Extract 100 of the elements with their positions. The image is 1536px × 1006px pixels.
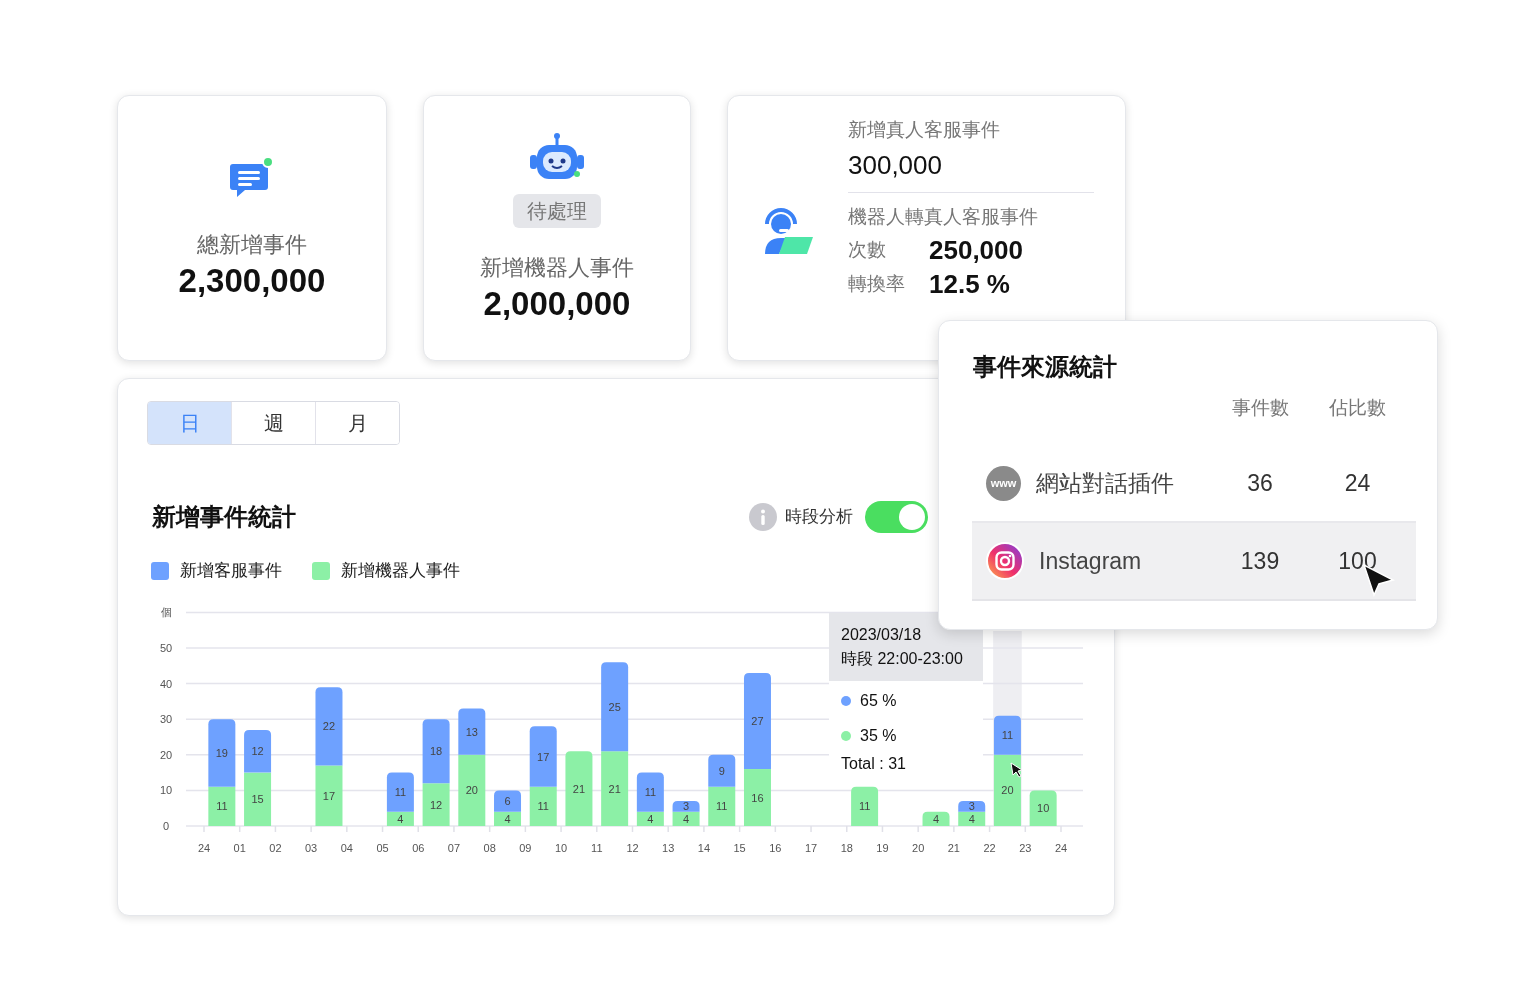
column-header: 事件數 bbox=[1230, 395, 1290, 420]
bar-value-label: 4 bbox=[683, 812, 690, 825]
axis-label: 07 bbox=[447, 842, 461, 854]
camera-icon bbox=[986, 542, 1024, 580]
bar-value-label: 11 bbox=[858, 800, 871, 813]
tooltip-value: 35 % bbox=[860, 725, 897, 746]
card-label: 新增真人客服事件 bbox=[848, 118, 1001, 142]
axis-label: 13 bbox=[662, 842, 675, 854]
axis-label: 20 bbox=[159, 748, 173, 761]
axis-label: 03 bbox=[305, 842, 318, 854]
popup-title: 事件來源統計 bbox=[973, 352, 1118, 382]
tab[interactable]: 月 bbox=[315, 402, 399, 444]
bar-segment bbox=[708, 786, 736, 826]
tooltip-value: 65 % bbox=[860, 690, 897, 711]
bar-value-label: 11 bbox=[644, 786, 657, 799]
bar-value-label: 27 bbox=[751, 715, 764, 727]
bar-value-label: 19 bbox=[215, 747, 228, 759]
axis-label: 14 bbox=[697, 842, 711, 854]
toggle-label: 時段分析 bbox=[785, 506, 853, 529]
card-value: 2,000,000 bbox=[483, 284, 631, 324]
axis-label: 08 bbox=[483, 842, 496, 854]
axis-label: 16 bbox=[769, 842, 782, 854]
bar-value-label: 11 bbox=[1001, 729, 1014, 742]
bar-value-label: 11 bbox=[394, 786, 407, 799]
info-icon bbox=[749, 503, 777, 531]
row-label: 轉換率 bbox=[848, 271, 906, 296]
axis-label: 0 bbox=[162, 820, 170, 832]
chart-title: 新增事件統計 bbox=[152, 502, 296, 532]
row-value: 250,000 bbox=[929, 233, 1023, 267]
bar-value-label: 3 bbox=[968, 800, 975, 813]
bar-segment bbox=[315, 765, 343, 826]
bar-value-label: 9 bbox=[718, 764, 725, 777]
axis-label: 01 bbox=[233, 842, 246, 854]
bar-value-label: 4 bbox=[647, 812, 654, 825]
bar-value-label: 21 bbox=[608, 782, 621, 795]
bar-value-label: 17 bbox=[537, 750, 550, 763]
axis-label: 12 bbox=[626, 842, 639, 854]
bar-value-label: 25 bbox=[608, 700, 621, 713]
bar-segment bbox=[958, 801, 986, 812]
axis-label: 04 bbox=[340, 842, 353, 854]
axis-label: 02 bbox=[269, 842, 282, 854]
axis-label: 22 bbox=[983, 842, 996, 854]
card-label: 機器人轉真人客服事件 bbox=[848, 205, 1039, 229]
axis-label: 40 bbox=[159, 677, 173, 690]
axis-label: 11 bbox=[591, 842, 603, 854]
web-icon: www bbox=[986, 465, 1021, 501]
bar-value-label: 4 bbox=[504, 812, 511, 825]
status-badge: 待處理 bbox=[513, 194, 601, 228]
bar-value-label: 12 bbox=[430, 798, 443, 811]
bar-value-label: 11 bbox=[216, 800, 228, 813]
axis-label: 06 bbox=[412, 842, 425, 854]
bar-value-label: 6 bbox=[504, 795, 511, 808]
bar-value-label: 17 bbox=[322, 789, 336, 802]
bar-value-label: 13 bbox=[465, 725, 478, 738]
legend-label: 新增機器人事件 bbox=[341, 560, 460, 583]
axis-label: 24 bbox=[197, 842, 211, 854]
card-value: 300,000 bbox=[848, 149, 943, 182]
axis-label: 05 bbox=[376, 842, 389, 854]
row-label: 次數 bbox=[848, 237, 887, 262]
bar-value-label: 21 bbox=[572, 782, 586, 795]
bar-segment bbox=[1029, 790, 1057, 826]
tooltip-total: Total : 31 bbox=[840, 754, 907, 774]
bar-value-label: 4 bbox=[397, 812, 404, 825]
axis-label: 21 bbox=[947, 842, 960, 854]
bar-value-label: 4 bbox=[968, 812, 975, 825]
bar-segment bbox=[851, 786, 879, 826]
axis-label: 09 bbox=[519, 842, 532, 854]
axis-label: 50 bbox=[159, 642, 173, 654]
bar-value-label: 16 bbox=[751, 791, 764, 804]
axis-label: 10 bbox=[554, 842, 568, 854]
card-label: 總新增事件 bbox=[197, 231, 307, 259]
axis-unit-label: 個 bbox=[160, 606, 172, 619]
source-name: Instagram bbox=[1039, 546, 1142, 576]
row-value: 12.5 % bbox=[929, 267, 1010, 301]
bar-segment bbox=[672, 801, 700, 812]
bar-segment bbox=[922, 811, 950, 826]
axis-label: 15 bbox=[733, 842, 746, 854]
source-count: 36 bbox=[1246, 468, 1274, 498]
axis-label: 30 bbox=[159, 713, 173, 726]
source-row[interactable]: Instagram 139 100 bbox=[972, 523, 1416, 601]
source-share: 24 bbox=[1343, 468, 1372, 498]
axis-label: 19 bbox=[876, 842, 889, 854]
axis-label: 23 bbox=[1019, 842, 1032, 854]
cursor-icon bbox=[1010, 762, 1023, 778]
bar-value-label: 4 bbox=[932, 812, 940, 825]
bar-value-label: 20 bbox=[465, 784, 478, 797]
axis-label: 17 bbox=[804, 842, 818, 854]
toggle-switch[interactable] bbox=[865, 501, 928, 533]
bar-value-label: 10 bbox=[1037, 802, 1050, 815]
bar-value-label: 3 bbox=[683, 800, 690, 813]
source-name: 網站對話插件 bbox=[1036, 468, 1174, 498]
bar-value-label: 11 bbox=[537, 800, 549, 813]
legend-label: 新增客服事件 bbox=[180, 560, 282, 583]
tooltip-period: 時段 22:00-23:00 bbox=[841, 649, 964, 669]
bar-segment bbox=[244, 729, 272, 773]
bar-value-label: 22 bbox=[322, 720, 336, 733]
axis-label: 10 bbox=[159, 784, 173, 797]
bar-segment bbox=[708, 754, 736, 787]
column-header: 佔比數 bbox=[1328, 395, 1387, 420]
bar-value-label: 12 bbox=[251, 745, 264, 758]
